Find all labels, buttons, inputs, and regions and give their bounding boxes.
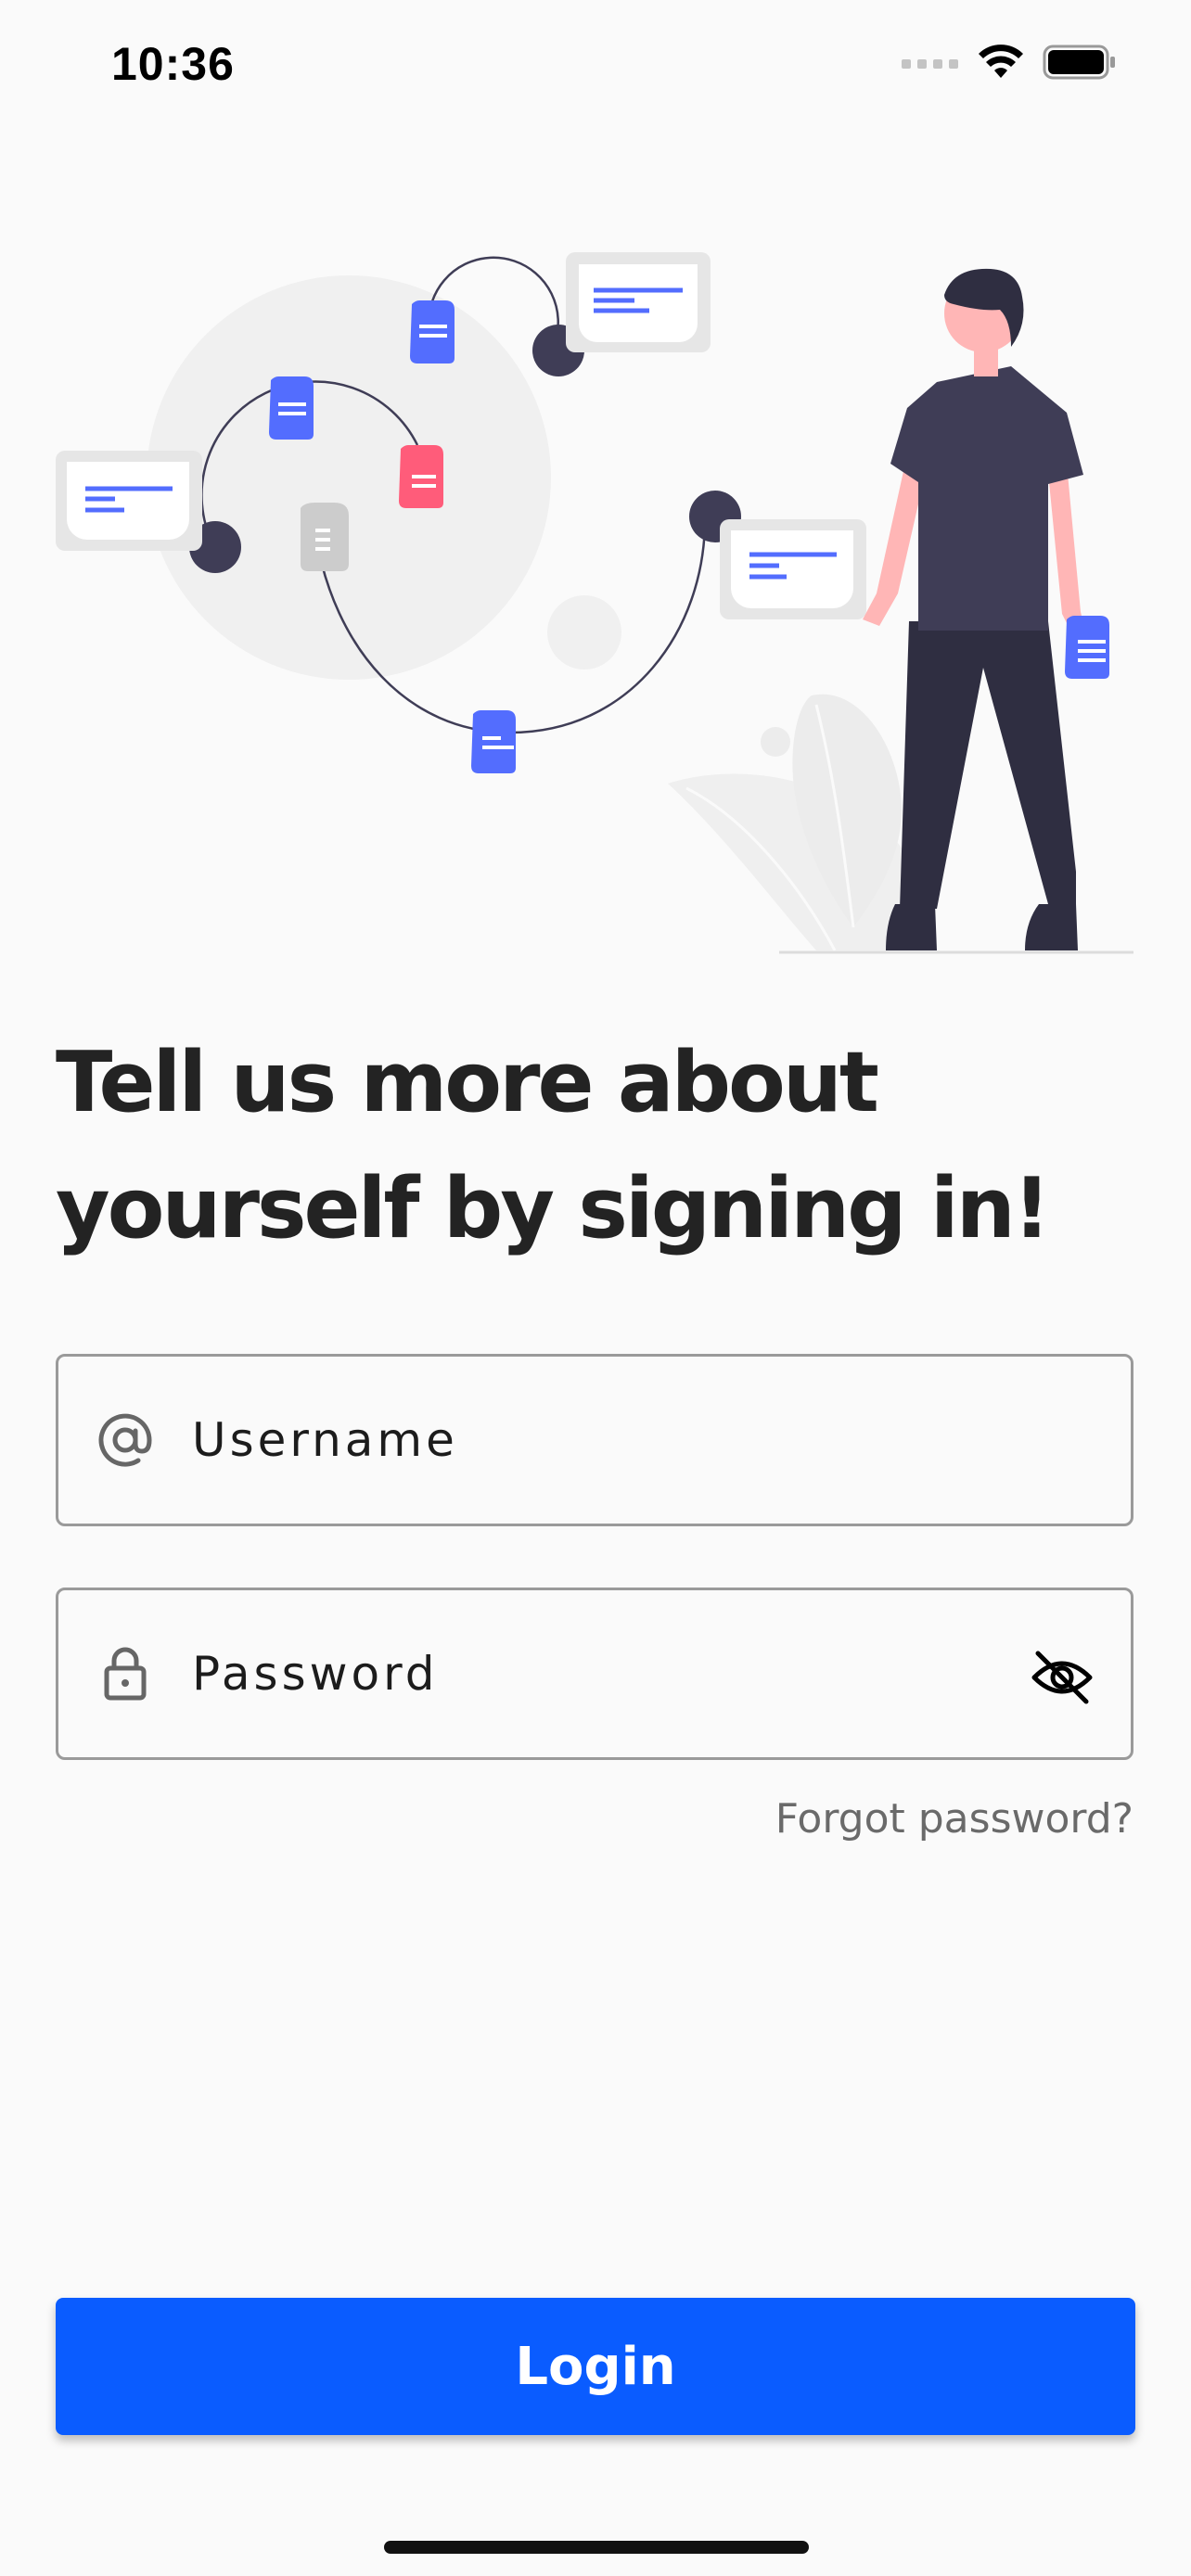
document-blue-icon [410, 300, 455, 363]
document-gray-icon [301, 503, 349, 571]
document-blue-icon [269, 376, 314, 440]
status-bar: 10:36 [0, 0, 1191, 130]
battery-icon [1043, 45, 1115, 80]
page-title: Tell us more about yourself by signing i… [56, 1034, 1051, 1257]
login-button[interactable]: Login [56, 2298, 1135, 2435]
lock-icon [104, 1647, 147, 1701]
password-input[interactable] [192, 1627, 990, 1720]
status-time: 10:36 [111, 38, 235, 90]
forgot-password-link[interactable]: Forgot password? [775, 1795, 1133, 1843]
eye-off-icon[interactable] [1029, 1644, 1095, 1711]
home-indicator[interactable] [384, 2541, 809, 2554]
document-red-icon [399, 445, 443, 508]
password-field[interactable] [56, 1588, 1133, 1760]
signing-in-illustration [56, 252, 1133, 954]
wifi-icon [979, 45, 1023, 78]
at-sign-icon [98, 1413, 152, 1467]
status-icons [902, 45, 1117, 80]
username-input[interactable] [192, 1394, 990, 1486]
username-field[interactable] [56, 1354, 1133, 1526]
document-blue-icon [471, 710, 516, 773]
signal-icon [902, 59, 958, 69]
